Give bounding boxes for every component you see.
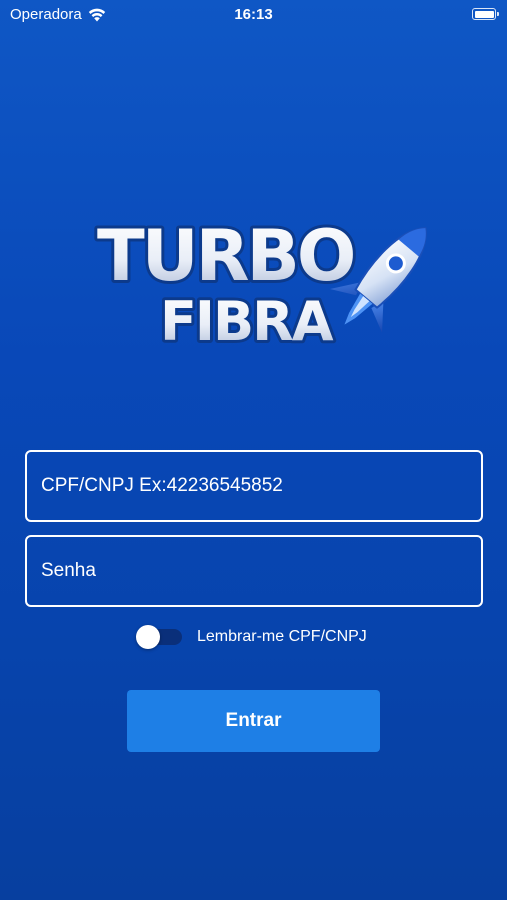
remember-me-row: Lembrar-me CPF/CNPJ [136,622,367,652]
turbo-fibra-logo: TURBO FIBRA [94,212,427,356]
toggle-knob [136,625,160,649]
cpf-field-container [25,450,483,522]
logo-text-fibra: FIBRA [160,290,334,353]
battery-icon [472,8,499,20]
password-field-container [25,535,483,607]
password-input[interactable] [27,537,481,605]
enter-button[interactable]: Entrar [127,690,380,752]
remember-me-label: Lembrar-me CPF/CNPJ [197,628,367,645]
battery-level [474,10,494,18]
cpf-cnpj-input[interactable] [27,452,481,520]
logo-text-turbo: TURBO [97,215,353,297]
clock: 16:13 [234,6,273,23]
remember-me-toggle[interactable] [136,623,182,651]
status-bar: Operadora 16:13 [0,0,507,30]
